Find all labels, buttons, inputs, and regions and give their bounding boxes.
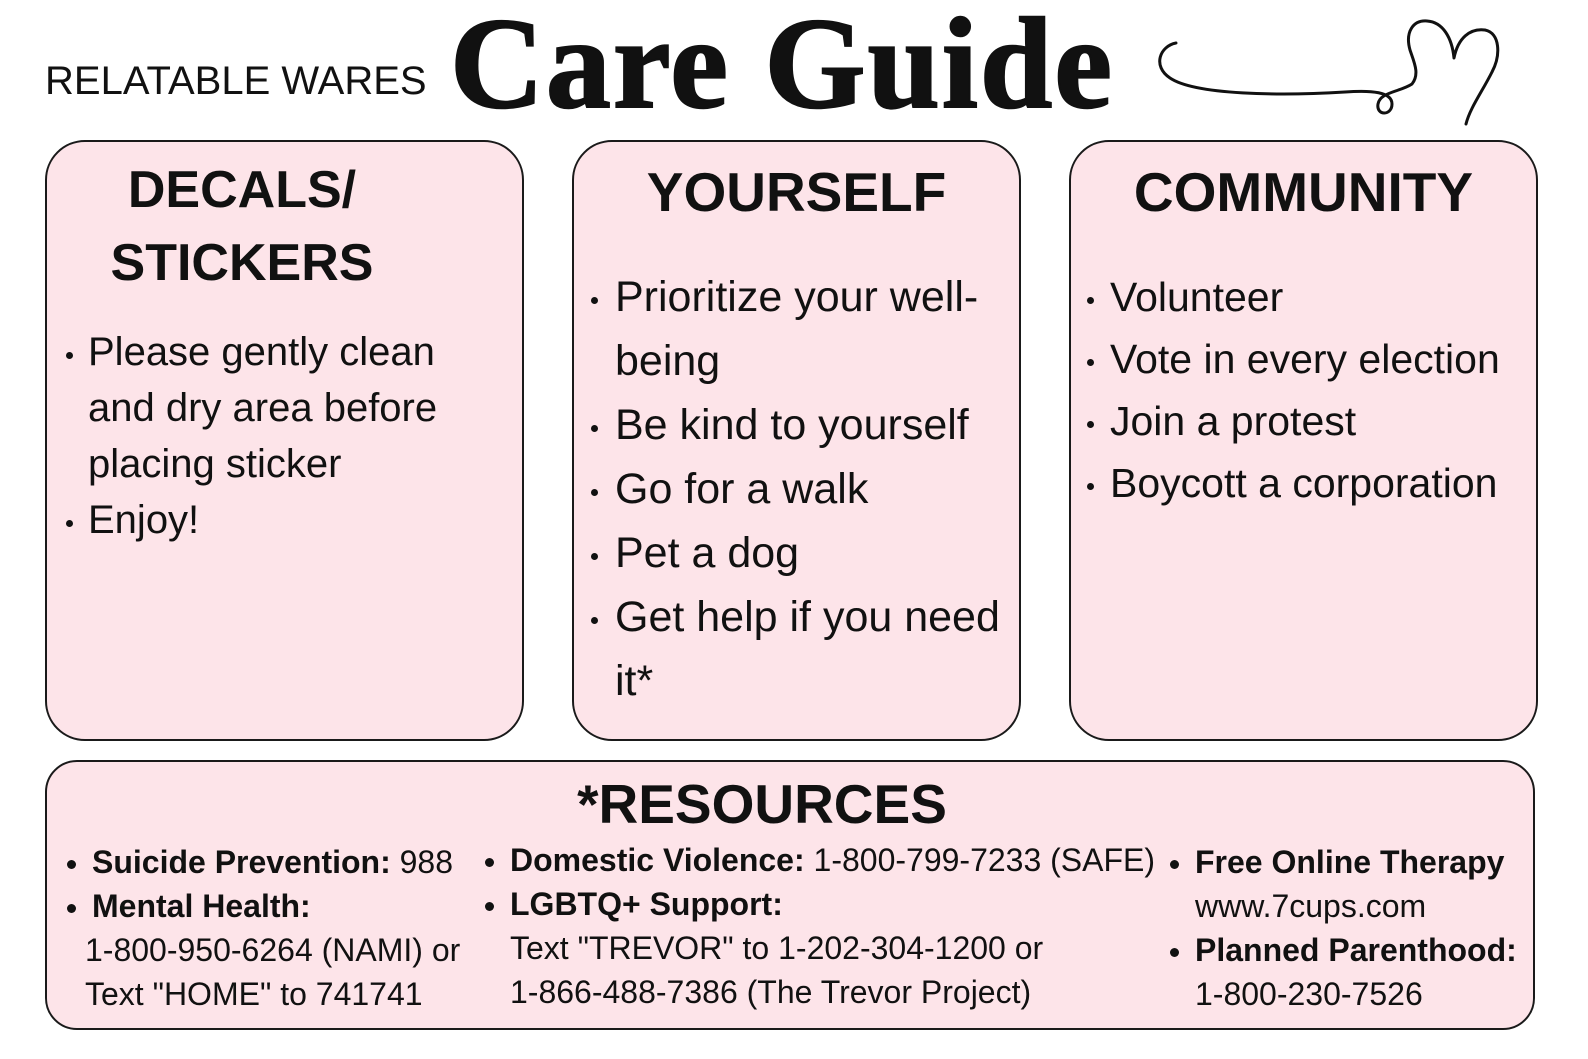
list-item: Boycott a corporation — [1087, 452, 1525, 514]
resource-detail: 1-866-488-7386 (The Trevor Project) — [510, 974, 1032, 1010]
resources-heading: *RESOURCES — [577, 773, 947, 835]
card-list: Volunteer Vote in every election Join a … — [1087, 266, 1525, 514]
heart-swirl-icon — [1158, 19, 1500, 126]
decals-stickers-card: DECALS/ STICKERS Please gently clean and… — [45, 140, 524, 741]
resource-line: Free Online Therapy — [1195, 840, 1517, 884]
resource-label: Planned Parenthood: — [1195, 932, 1517, 968]
resources-panel: *RESOURCES Suicide Prevention: 988 Menta… — [45, 760, 1535, 1030]
resources-column: Domestic Violence: 1-800-799-7233 (SAFE)… — [484, 838, 1155, 1014]
resource-line: Mental Health: — [92, 884, 460, 928]
resource-line: Planned Parenthood: — [1195, 928, 1517, 972]
resource-url: www.7cups.com — [1195, 888, 1427, 924]
resource-label: Suicide Prevention: — [92, 844, 391, 880]
resources-column: Free Online Therapy www.7cups.com Planne… — [1170, 840, 1517, 1016]
card-heading: DECALS/ STICKERS — [110, 161, 374, 292]
page-title: Care Guide — [449, 0, 1114, 136]
resource-value: 988 — [399, 844, 454, 880]
resource-label: Domestic Violence: — [510, 842, 805, 878]
resource-item-suicide-prevention: Suicide Prevention: 988 — [66, 840, 460, 884]
card-heading: COMMUNITY — [1133, 161, 1474, 223]
resource-detail: Text "TREVOR" to 1-202-304-1200 or — [510, 930, 1044, 966]
resource-label: LGBTQ+ Support: — [510, 886, 783, 922]
resource-line: Domestic Violence: 1-800-799-7233 (SAFE) — [510, 838, 1155, 882]
card-list: Prioritize your well-being Be kind to yo… — [591, 265, 1010, 713]
card-list: Please gently clean and dry area before … — [66, 324, 473, 548]
list-item: Be kind to yourself — [591, 393, 1010, 457]
resource-value: 1-800-799-7233 (SAFE) — [813, 842, 1156, 878]
list-item: Please gently clean and dry area before … — [66, 324, 473, 492]
resource-detail: 1-800-950-6264 (NAMI) or — [85, 932, 461, 968]
list-item: Join a protest — [1087, 390, 1525, 452]
list-item: Get help if you need it* — [591, 585, 1010, 713]
list-item: Volunteer — [1087, 266, 1525, 328]
heart-swirl-stroke — [1158, 19, 1500, 126]
resource-item-online-therapy: Free Online Therapy www.7cups.com — [1170, 840, 1517, 928]
resource-detail: 1-800-230-7526 — [1195, 976, 1423, 1012]
resource-item-lgbtq-support: LGBTQ+ Support: Text "TREVOR" to 1-202-3… — [484, 882, 1155, 1014]
list-item: Vote in every election — [1087, 328, 1525, 390]
list-item: Prioritize your well-being — [591, 265, 1010, 393]
yourself-card: YOURSELF Prioritize your well-being Be k… — [572, 140, 1021, 741]
list-item: Go for a walk — [591, 457, 1010, 521]
resource-line: LGBTQ+ Support: — [510, 882, 1155, 926]
resource-label: Mental Health: — [92, 888, 311, 924]
resource-label: Free Online Therapy — [1195, 844, 1505, 880]
resource-item-mental-health: Mental Health: 1-800-950-6264 (NAMI) or … — [66, 884, 460, 1016]
list-item: Enjoy! — [66, 492, 473, 548]
list-item: Pet a dog — [591, 521, 1010, 585]
resource-line: Suicide Prevention: 988 — [92, 840, 460, 884]
resources-column: Suicide Prevention: 988 Mental Health: 1… — [66, 840, 460, 1016]
resource-item-domestic-violence: Domestic Violence: 1-800-799-7233 (SAFE) — [484, 838, 1155, 882]
resource-detail: Text "HOME" to 741741 — [85, 976, 423, 1012]
community-card: COMMUNITY Volunteer Vote in every electi… — [1069, 140, 1538, 741]
card-heading: YOURSELF — [646, 161, 947, 223]
brand-name: RELATABLE WARES — [45, 59, 427, 103]
resource-item-planned-parenthood: Planned Parenthood: 1-800-230-7526 — [1170, 928, 1517, 1016]
